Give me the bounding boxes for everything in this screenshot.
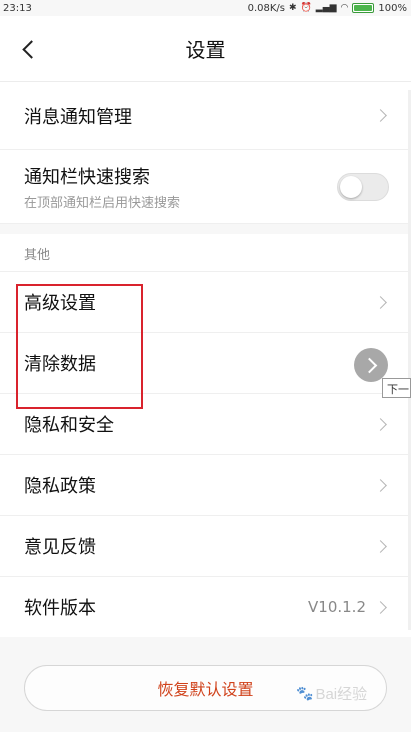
row-text: 通知栏快速搜索 在顶部通知栏启用快速搜索 <box>24 163 180 211</box>
next-tooltip: 下一 <box>382 378 411 398</box>
battery-fill <box>354 5 373 11</box>
watermark-text: Bai经验 <box>315 686 368 703</box>
section-gap <box>0 224 411 234</box>
header: 设置 <box>0 16 411 82</box>
row-label: 隐私和安全 <box>24 415 114 436</box>
row-label: 消息通知管理 <box>24 106 132 128</box>
chevron-right-icon <box>374 417 387 431</box>
back-chevron-icon <box>21 39 41 59</box>
status-time: 23:13 <box>3 2 32 14</box>
next-step-button[interactable] <box>354 348 388 382</box>
version-value: V10.1.2 <box>308 598 366 616</box>
battery-percent: 100% <box>378 2 407 14</box>
row-software-version[interactable]: 软件版本 V10.1.2 <box>0 577 411 638</box>
chevron-right-icon <box>374 539 387 553</box>
chevron-right-icon <box>374 600 387 614</box>
row-sublabel: 在顶部通知栏启用快速搜索 <box>24 195 181 211</box>
signal-icon: ▂▄▆ <box>315 3 337 13</box>
watermark: 🐾 Bai经验 <box>296 683 367 704</box>
page-title: 设置 <box>185 38 226 62</box>
status-bar: 23:13 0.08K/s ✱ ⏰ ▂▄▆ ◠ 100% <box>0 0 411 16</box>
bluetooth-icon: ✱ <box>289 3 297 13</box>
paw-icon: 🐾 <box>296 685 314 701</box>
chevron-right-icon <box>374 109 387 122</box>
chevron-right-icon <box>374 478 387 492</box>
quick-search-toggle[interactable] <box>337 172 389 201</box>
row-label: 通知栏快速搜索 <box>24 166 150 188</box>
row-label: 隐私政策 <box>24 476 96 497</box>
row-label: 软件版本 <box>24 598 96 619</box>
wifi-icon: ◠ <box>340 3 349 13</box>
annotation-highlight-box <box>16 284 143 409</box>
network-speed: 0.08K/s <box>247 2 286 14</box>
row-privacy-policy[interactable]: 隐私政策 <box>0 455 411 516</box>
row-quick-search: 通知栏快速搜索 在顶部通知栏启用快速搜索 <box>0 150 411 224</box>
back-button[interactable] <box>14 34 42 64</box>
chevron-right-icon <box>361 357 377 373</box>
alarm-icon: ⏰ <box>300 3 312 13</box>
status-right: 0.08K/s ✱ ⏰ ▂▄▆ ◠ 100% <box>248 3 407 14</box>
chevron-right-icon <box>374 295 387 309</box>
battery-icon <box>352 3 375 13</box>
row-notification-management[interactable]: 消息通知管理 <box>0 82 411 150</box>
row-label: 意见反馈 <box>24 537 96 558</box>
section-header-other: 其他 <box>0 234 411 272</box>
row-value: V10.1.2 <box>308 598 389 616</box>
toggle-knob <box>340 175 362 198</box>
row-feedback[interactable]: 意见反馈 <box>0 516 411 577</box>
